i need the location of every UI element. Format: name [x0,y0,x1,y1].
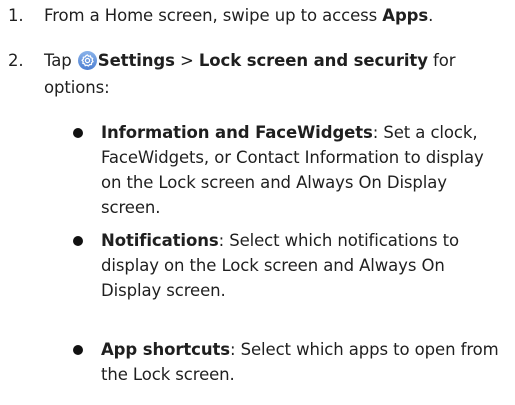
bullet-dot-icon [73,236,83,246]
step-text: Tap Settings > Lock screen and security … [44,47,499,101]
step-number: 2. [8,51,24,70]
step-text-plain: Tap [44,51,77,70]
bullet-text: Information and FaceWidgets: Set a clock… [101,120,506,220]
lock-screen-security-label: Lock screen and security [198,51,428,70]
bullet-term: Notifications [101,231,219,250]
bullet-term: Information and FaceWidgets [101,123,373,142]
apps-label: Apps [382,6,429,25]
bullet-text: App shortcuts: Select which apps to open… [101,337,506,387]
step-text-plain: From a Home screen, swipe up to access [44,6,383,25]
bullet-text: Notifications: Select which notification… [101,228,506,303]
path-separator: > [174,51,199,70]
instruction-page: 1. From a Home screen, swipe up to acces… [0,0,515,405]
settings-gear-icon [77,51,97,70]
step-number: 1. [8,6,24,25]
bullet-dot-icon [73,128,83,138]
bullet-dot-icon [73,345,83,355]
settings-label: Settings [97,51,175,70]
step-text-end: . [428,6,434,25]
bullet-term: App shortcuts [101,340,231,359]
step-text: From a Home screen, swipe up to access A… [44,2,499,29]
